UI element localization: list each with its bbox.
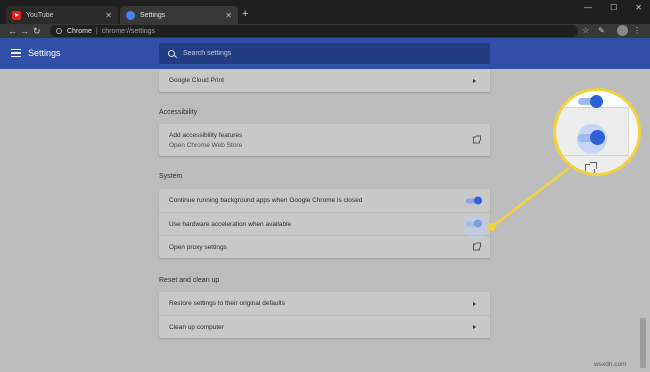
background-apps-toggle[interactable] bbox=[466, 196, 482, 204]
extension-icon[interactable]: ✎ bbox=[598, 25, 605, 37]
search-settings-field[interactable] bbox=[159, 43, 490, 64]
row-label: Add accessibility features bbox=[169, 131, 243, 139]
new-tab-button[interactable]: + bbox=[242, 8, 248, 20]
section-title-accessibility: Accessibility bbox=[159, 109, 198, 116]
browser-title-bar: YouTube ✕ Settings ✕ + — ☐ ✕ bbox=[0, 0, 650, 24]
profile-avatar[interactable] bbox=[617, 25, 628, 36]
row-label: Open proxy settings bbox=[169, 243, 227, 251]
printing-card: Google Cloud Print bbox=[159, 69, 490, 92]
search-input[interactable] bbox=[183, 50, 463, 57]
watermark: wsxdn.com bbox=[594, 361, 627, 368]
clean-up-computer-row[interactable]: Clean up computer bbox=[159, 315, 490, 338]
bookmark-star-icon[interactable]: ☆ bbox=[582, 25, 589, 37]
toggle-focus-halo bbox=[463, 215, 487, 239]
search-icon bbox=[168, 50, 175, 57]
reset-card: Restore settings to their original defau… bbox=[159, 292, 490, 338]
scrollbar-thumb[interactable] bbox=[640, 318, 646, 368]
google-cloud-print-row[interactable]: Google Cloud Print bbox=[159, 69, 490, 92]
external-link-icon[interactable] bbox=[473, 135, 481, 144]
forward-arrow-icon[interactable]: → bbox=[20, 25, 29, 37]
site-info-icon[interactable] bbox=[56, 28, 62, 34]
window-controls: — ☐ ✕ bbox=[584, 3, 642, 12]
add-accessibility-features-row[interactable]: Add accessibility features Open Chrome W… bbox=[159, 124, 490, 156]
hamburger-menu-icon[interactable] bbox=[11, 49, 21, 57]
tab-settings[interactable]: Settings ✕ bbox=[120, 6, 238, 24]
system-card: Continue running background apps when Go… bbox=[159, 189, 490, 258]
url-text[interactable]: chrome://settings bbox=[102, 28, 155, 35]
row-label: Google Cloud Print bbox=[169, 77, 224, 84]
site-label: Chrome bbox=[67, 27, 92, 35]
minimize-button[interactable]: — bbox=[584, 3, 592, 12]
browser-toolbar: ← → ↻ Chrome | chrome://settings ☆ ✎ ⋮ bbox=[0, 24, 650, 38]
tab-youtube[interactable]: YouTube ✕ bbox=[6, 6, 118, 24]
zoomed-toggle-icon bbox=[578, 130, 605, 145]
proxy-settings-row[interactable]: Open proxy settings bbox=[159, 235, 490, 258]
hardware-acceleration-row[interactable]: Use hardware acceleration when available bbox=[159, 212, 490, 235]
section-title-reset: Reset and clean up bbox=[159, 277, 220, 284]
external-link-icon[interactable] bbox=[473, 242, 481, 251]
address-bar[interactable]: Chrome | chrome://settings bbox=[50, 25, 578, 37]
restore-defaults-row[interactable]: Restore settings to their original defau… bbox=[159, 292, 490, 315]
chevron-right-icon bbox=[473, 325, 476, 329]
close-window-button[interactable]: ✕ bbox=[635, 3, 642, 12]
background-apps-row[interactable]: Continue running background apps when Go… bbox=[159, 189, 490, 212]
row-label: Restore settings to their original defau… bbox=[169, 300, 285, 307]
tab-label: YouTube bbox=[26, 11, 54, 19]
zoomed-toggle-icon bbox=[578, 95, 603, 108]
zoom-magnifier-callout bbox=[553, 88, 641, 176]
tab-label: Settings bbox=[140, 11, 166, 19]
zoomed-external-link-icon bbox=[585, 162, 597, 173]
youtube-icon bbox=[12, 10, 21, 20]
close-tab-icon[interactable]: ✕ bbox=[105, 11, 112, 20]
section-title-system: System bbox=[159, 173, 183, 180]
chevron-right-icon bbox=[473, 301, 476, 306]
chevron-right-icon bbox=[473, 78, 476, 83]
menu-kebab-icon[interactable]: ⋮ bbox=[633, 25, 641, 37]
close-tab-icon[interactable]: ✕ bbox=[225, 11, 232, 20]
maximize-button[interactable]: ☐ bbox=[610, 3, 617, 12]
zoomed-edge bbox=[628, 91, 638, 173]
row-label: Continue running background apps when Go… bbox=[169, 197, 363, 204]
row-label: Clean up computer bbox=[169, 323, 224, 331]
row-sublabel: Open Chrome Web Store bbox=[169, 141, 243, 149]
accessibility-card: Add accessibility features Open Chrome W… bbox=[159, 124, 490, 156]
row-label: Use hardware acceleration when available bbox=[169, 220, 292, 228]
settings-gear-icon bbox=[126, 10, 135, 20]
url-separator: | bbox=[95, 27, 98, 35]
reload-icon[interactable]: ↻ bbox=[33, 25, 41, 37]
page-title: Settings bbox=[28, 48, 61, 58]
back-arrow-icon[interactable]: ← bbox=[8, 25, 17, 37]
